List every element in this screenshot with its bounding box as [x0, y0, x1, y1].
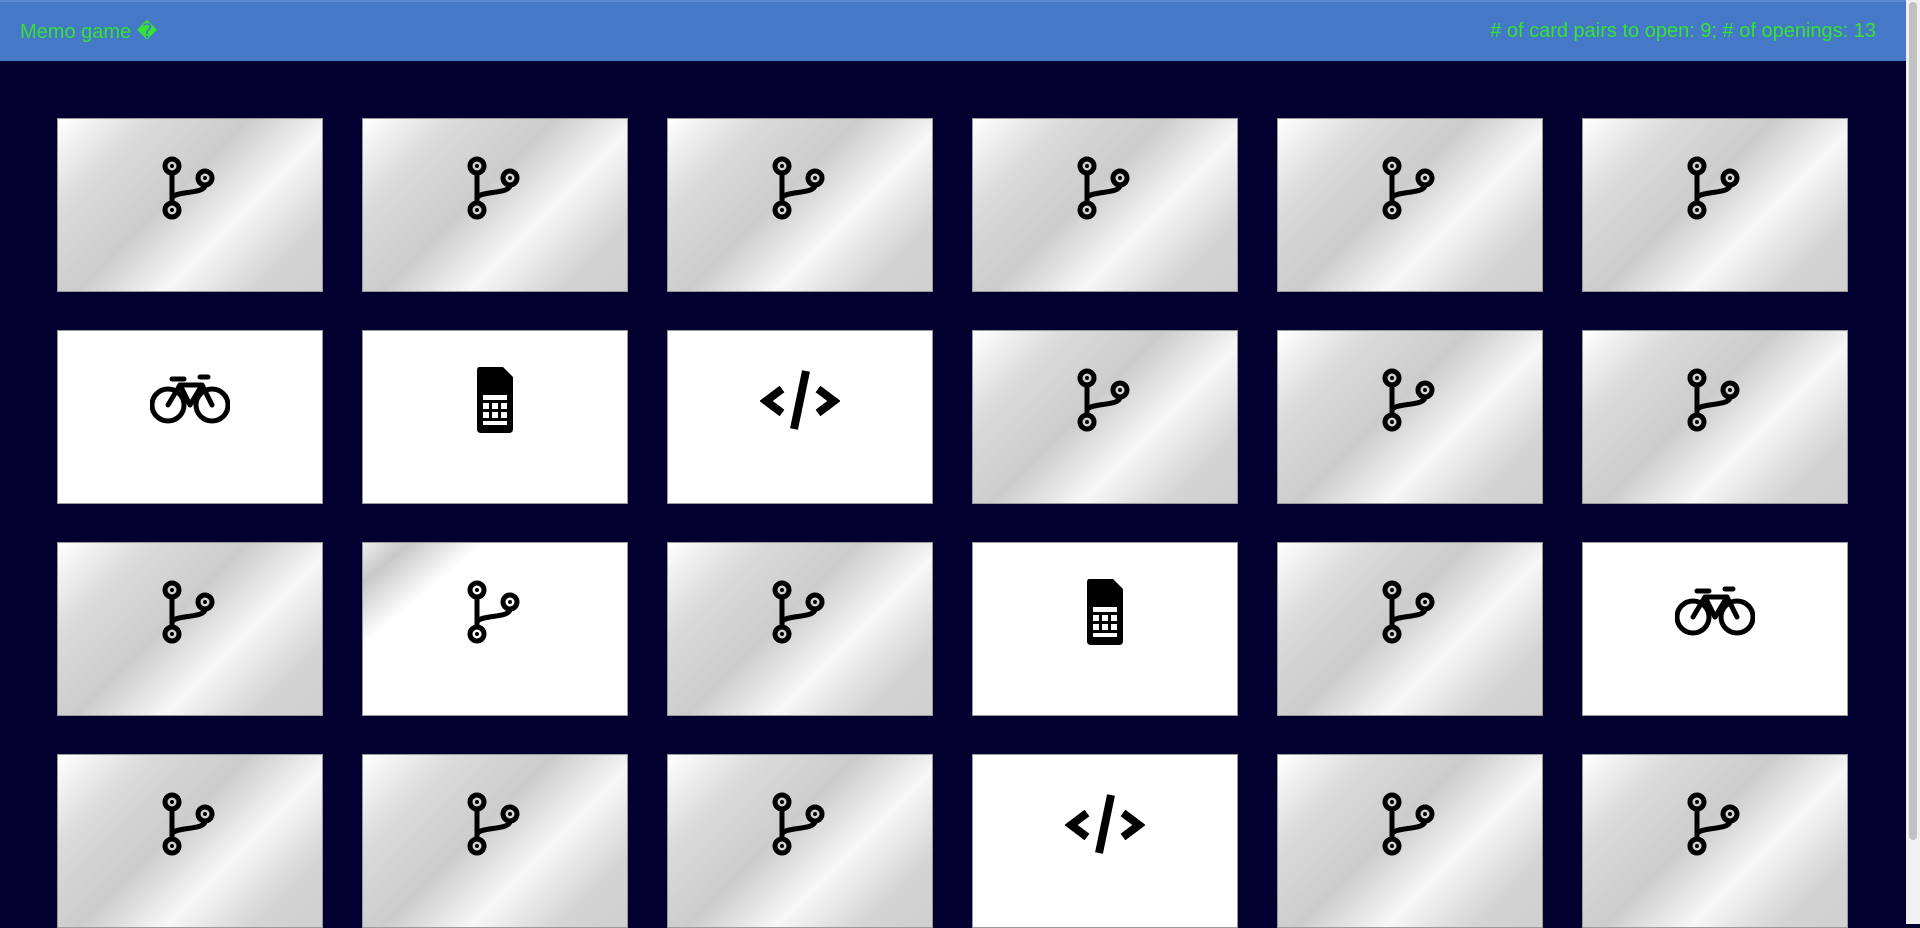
card-closed[interactable] [667, 754, 933, 928]
card-open[interactable] [972, 542, 1238, 716]
card-closed[interactable] [1277, 542, 1543, 716]
git-branch-icon [1675, 119, 1755, 221]
bicycle-icon [1675, 543, 1755, 645]
git-branch-icon [760, 119, 840, 221]
git-branch-icon [455, 755, 535, 857]
card-open[interactable] [57, 330, 323, 504]
bicycle-icon [150, 331, 230, 433]
card-closed[interactable] [972, 330, 1238, 504]
code-icon [760, 331, 840, 433]
card-closed[interactable] [1582, 330, 1848, 504]
card-open[interactable] [972, 754, 1238, 928]
git-branch-icon [455, 119, 535, 221]
card-closed[interactable] [667, 118, 933, 292]
git-branch-icon [150, 543, 230, 645]
scrollbar-thumb[interactable] [1909, 2, 1917, 840]
git-branch-icon [760, 755, 840, 857]
git-branch-icon [1370, 543, 1450, 645]
git-branch-icon [150, 119, 230, 221]
vertical-scrollbar[interactable] [1906, 0, 1920, 924]
card-closed[interactable] [1582, 118, 1848, 292]
card-closed[interactable] [972, 118, 1238, 292]
card-open[interactable] [362, 330, 628, 504]
card-closed[interactable] [57, 754, 323, 928]
git-branch-icon [760, 543, 840, 645]
card-closed[interactable] [1277, 330, 1543, 504]
git-branch-icon [1370, 331, 1450, 433]
git-branch-icon [1065, 119, 1145, 221]
code-icon [1065, 755, 1145, 857]
card-open[interactable] [667, 330, 933, 504]
card-closed[interactable] [362, 754, 628, 928]
sim-card-icon [1065, 543, 1145, 645]
git-branch-icon [455, 543, 535, 645]
card-closed[interactable] [1277, 754, 1543, 928]
card-open[interactable] [1582, 542, 1848, 716]
card-closed[interactable] [1582, 754, 1848, 928]
game-title: Memo game � [20, 21, 158, 43]
header-bar: Memo game � # of card pairs to open: 9; … [0, 0, 1906, 61]
card-closed[interactable] [362, 118, 628, 292]
card-closed[interactable] [57, 118, 323, 292]
git-branch-icon [1675, 755, 1755, 857]
git-branch-icon [150, 755, 230, 857]
git-branch-icon [1065, 331, 1145, 433]
card-closed[interactable] [1277, 118, 1543, 292]
git-branch-icon [1370, 119, 1450, 221]
card-closed[interactable] [57, 542, 323, 716]
card-closed[interactable] [667, 542, 933, 716]
game-stats: # of card pairs to open: 9; # of opening… [1490, 20, 1876, 42]
git-branch-icon [1370, 755, 1450, 857]
git-branch-icon [1675, 331, 1755, 433]
card-closed[interactable] [362, 542, 628, 716]
card-grid [57, 118, 1848, 928]
sim-card-icon [455, 331, 535, 433]
